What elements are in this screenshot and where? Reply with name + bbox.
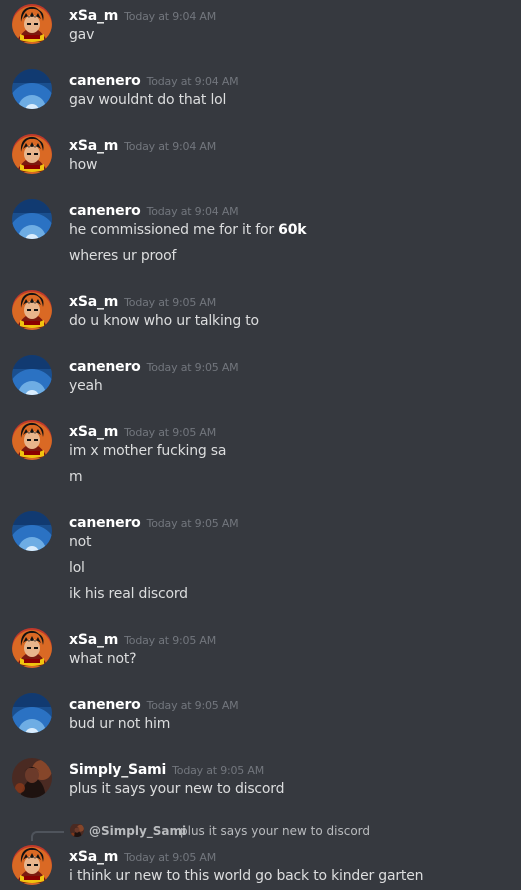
timestamp: Today at 9:04 AM	[146, 75, 239, 88]
xsam-avatar[interactable]	[12, 420, 52, 460]
username[interactable]: xSa_m	[69, 138, 118, 154]
message-text: m	[69, 469, 83, 485]
xsam-avatar[interactable]	[12, 845, 52, 885]
username[interactable]: canenero	[69, 359, 141, 375]
message-text: lol	[69, 560, 85, 576]
simply-sami-avatar	[70, 823, 84, 837]
message-text: what not?	[69, 651, 137, 667]
message-text: ik his real discord	[69, 586, 188, 602]
username[interactable]: canenero	[69, 203, 141, 219]
canenero-avatar[interactable]	[12, 355, 52, 395]
timestamp: Today at 9:05 AM	[146, 699, 239, 712]
xsam-avatar[interactable]	[12, 628, 52, 668]
username[interactable]: canenero	[69, 73, 141, 89]
reply-reference[interactable]: @Simply_Sami plus it says your new to di…	[0, 821, 521, 841]
timestamp: Today at 9:05 AM	[124, 851, 217, 864]
username[interactable]: xSa_m	[69, 8, 118, 24]
message-text: yeah	[69, 378, 103, 394]
message-text: not	[69, 534, 92, 550]
message-text: plus it says your new to discord	[69, 781, 285, 797]
username[interactable]: canenero	[69, 697, 141, 713]
reply-spine	[31, 831, 64, 841]
chat-message-list: xSa_m Today at 9:04 AM gav canenero Today …	[0, 0, 521, 890]
canenero-avatar[interactable]	[12, 511, 52, 551]
message-text: he commissioned me for it for 60k	[69, 222, 307, 238]
xsam-avatar[interactable]	[12, 134, 52, 174]
canenero-avatar[interactable]	[12, 69, 52, 109]
message-text: im x mother fucking sa	[69, 443, 227, 459]
xsam-avatar[interactable]	[12, 290, 52, 330]
message-text: gav	[69, 27, 95, 43]
xsam-avatar[interactable]	[12, 4, 52, 44]
username[interactable]: xSa_m	[69, 849, 118, 865]
timestamp: Today at 9:05 AM	[146, 361, 239, 374]
timestamp: Today at 9:04 AM	[146, 205, 239, 218]
timestamp: Today at 9:05 AM	[124, 426, 217, 439]
timestamp: Today at 9:05 AM	[172, 764, 265, 777]
reply-preview-text[interactable]: plus it says your new to discord	[180, 824, 370, 838]
reply-mention[interactable]: @Simply_Sami	[89, 824, 186, 838]
message-text: i think ur new to this world go back to …	[69, 868, 424, 884]
message-text: do u know who ur talking to	[69, 313, 259, 329]
username[interactable]: Simply_Sami	[69, 762, 166, 778]
timestamp: Today at 9:05 AM	[146, 517, 239, 530]
message-text: wheres ur proof	[69, 248, 177, 264]
username[interactable]: xSa_m	[69, 632, 118, 648]
canenero-avatar[interactable]	[12, 693, 52, 733]
username[interactable]: xSa_m	[69, 424, 118, 440]
timestamp: Today at 9:04 AM	[124, 10, 217, 23]
message-text: gav wouldnt do that lol	[69, 92, 227, 108]
username[interactable]: xSa_m	[69, 294, 118, 310]
timestamp: Today at 9:05 AM	[124, 634, 217, 647]
simply-sami-avatar[interactable]	[12, 758, 52, 798]
message-text: how	[69, 157, 98, 173]
username[interactable]: canenero	[69, 515, 141, 531]
bold-text: 60k	[278, 222, 307, 238]
timestamp: Today at 9:05 AM	[124, 296, 217, 309]
canenero-avatar[interactable]	[12, 199, 52, 239]
timestamp: Today at 9:04 AM	[124, 140, 217, 153]
message-text: bud ur not him	[69, 716, 171, 732]
